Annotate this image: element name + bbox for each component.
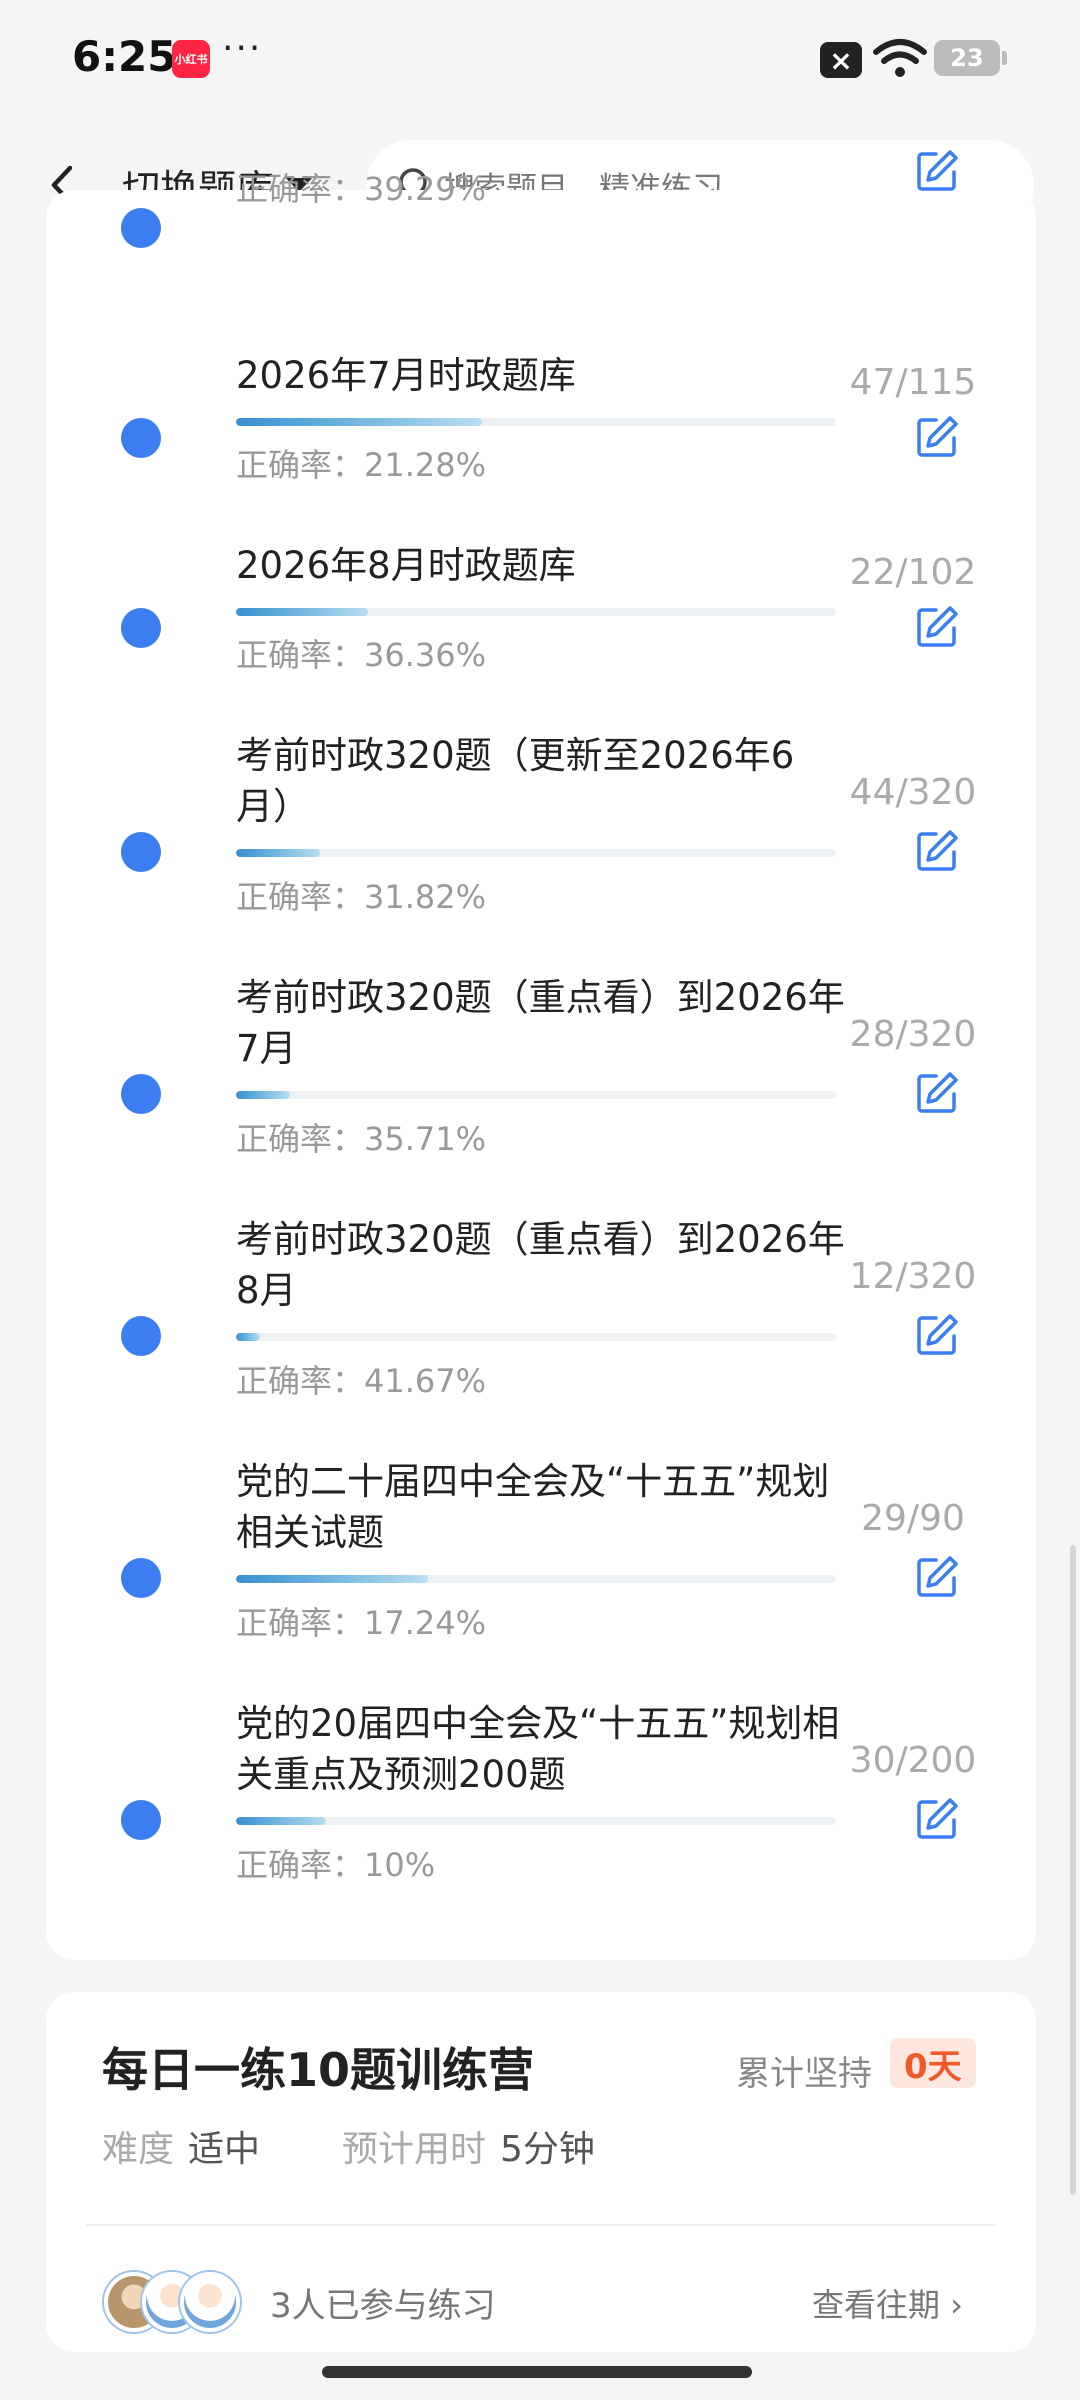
status-dot xyxy=(121,608,161,648)
list-item[interactable]: 正确率：39.29% xyxy=(46,90,1036,290)
daily-practice-card[interactable]: 每日一练10题训练营 累计坚持 0天 难度 适中 预计用时 5分钟 3人已参与练习 … xyxy=(46,1992,1036,2352)
time-info: 预计用时 5分钟 xyxy=(342,2120,595,2172)
bank-title: 考前时政320题（重点看）到2026年7月 xyxy=(236,976,845,1070)
progress-count: 29/90 xyxy=(861,1498,965,1539)
xiaohongshu-app-icon: 小红书 xyxy=(172,40,210,78)
streak-badge: 0天 xyxy=(890,2038,976,2088)
edit-icon[interactable] xyxy=(914,414,960,460)
status-dot xyxy=(121,208,161,248)
progress-fill xyxy=(236,1575,428,1583)
time-value: 5分钟 xyxy=(500,2129,595,2170)
battery-icon: 23 xyxy=(934,40,1007,76)
progress-bar xyxy=(236,1575,836,1583)
status-time: 6:25 xyxy=(72,32,177,81)
question-bank-list: 正确率：39.29% 2026年7月时政题库 正确率：21.28% 47/115… xyxy=(46,150,1036,1960)
progress-count: 12/320 xyxy=(849,1256,977,1297)
more-notifications-icon: ··· xyxy=(222,28,263,69)
status-dot xyxy=(121,832,161,872)
participants-count: 3人已参与练习 xyxy=(270,2286,496,2326)
status-dot xyxy=(121,1800,161,1840)
progress-bar xyxy=(236,849,836,857)
list-item[interactable]: 考前时政320题（更新至2026年6月） 正确率：31.82% 44/320 xyxy=(46,730,1036,970)
list-item[interactable]: 考前时政320题（重点看）到2026年8月 正确率：41.67% 12/320 xyxy=(46,1214,1036,1454)
progress-bar xyxy=(236,418,836,426)
bank-title: 2026年8月时政题库 xyxy=(236,544,576,587)
home-indicator[interactable] xyxy=(322,2366,752,2378)
bank-title: 党的20届四中全会及“十五五”规划相关重点及预测200题 xyxy=(236,1702,840,1796)
camp-title: 每日一练10题训练营 xyxy=(102,2043,535,2097)
list-item[interactable]: 党的二十届四中全会及“十五五”规划相关试题 正确率：17.24% 29/90 xyxy=(46,1456,1036,1696)
edit-icon[interactable] xyxy=(914,148,960,194)
wifi-icon xyxy=(873,39,927,77)
progress-count: 30/200 xyxy=(849,1740,977,1781)
list-item[interactable]: 考前时政320题（重点看）到2026年7月 正确率：35.71% 28/320 xyxy=(46,972,1036,1212)
progress-fill xyxy=(236,418,482,426)
difficulty-info: 难度 适中 xyxy=(102,2120,260,2172)
no-sim-icon: × xyxy=(820,42,862,78)
accuracy-rate: 正确率：31.82% xyxy=(236,878,487,916)
progress-fill xyxy=(236,1817,326,1825)
edit-icon[interactable] xyxy=(914,1312,960,1358)
progress-count: 22/102 xyxy=(849,552,977,593)
difficulty-value: 适中 xyxy=(188,2129,261,2170)
accuracy-rate: 正确率：41.67% xyxy=(236,1362,487,1400)
divider xyxy=(86,2224,996,2226)
progress-fill xyxy=(236,608,368,616)
list-item[interactable]: 2026年7月时政题库 正确率：21.28% 47/115 xyxy=(46,350,1036,540)
bank-title: 党的二十届四中全会及“十五五”规划相关试题 xyxy=(236,1460,830,1554)
progress-bar xyxy=(236,1091,836,1099)
bank-title: 2026年7月时政题库 xyxy=(236,354,576,397)
progress-bar xyxy=(236,608,836,616)
status-dot xyxy=(121,1558,161,1598)
status-dot xyxy=(121,418,161,458)
edit-icon[interactable] xyxy=(914,828,960,874)
participant-avatars xyxy=(104,2272,254,2334)
edit-icon[interactable] xyxy=(914,604,960,650)
progress-count: 44/320 xyxy=(849,772,977,813)
avatar xyxy=(180,2272,240,2332)
bank-title: 考前时政320题（重点看）到2026年8月 xyxy=(236,1218,845,1312)
edit-icon[interactable] xyxy=(914,1554,960,1600)
progress-fill xyxy=(236,1091,290,1099)
progress-count: 47/115 xyxy=(849,362,977,403)
edit-icon[interactable] xyxy=(914,1070,960,1116)
accuracy-rate: 正确率：35.71% xyxy=(236,1120,487,1158)
progress-bar xyxy=(236,1817,836,1825)
difficulty-label: 难度 xyxy=(102,2129,175,2170)
progress-bar xyxy=(236,1333,836,1341)
status-dot xyxy=(121,1316,161,1356)
accuracy-rate: 正确率：10% xyxy=(236,1846,436,1884)
view-history-link[interactable]: 查看往期 › xyxy=(812,2280,963,2326)
status-dot xyxy=(121,1074,161,1114)
accuracy-rate: 正确率：39.29% xyxy=(236,170,487,208)
list-item[interactable]: 2026年8月时政题库 正确率：36.36% 22/102 xyxy=(46,540,1036,730)
time-label: 预计用时 xyxy=(342,2129,487,2170)
scrollbar[interactable] xyxy=(1070,1545,1076,2195)
bank-title: 考前时政320题（更新至2026年6月） xyxy=(236,734,795,828)
progress-fill xyxy=(236,1333,260,1341)
accuracy-rate: 正确率：17.24% xyxy=(236,1604,487,1642)
list-item[interactable]: 党的20届四中全会及“十五五”规划相关重点及预测200题 正确率：10% 30/… xyxy=(46,1698,1036,1938)
progress-fill xyxy=(236,849,320,857)
accuracy-rate: 正确率：36.36% xyxy=(236,636,487,674)
progress-count: 28/320 xyxy=(849,1014,977,1055)
persist-label: 累计坚持 xyxy=(736,2054,872,2094)
edit-icon[interactable] xyxy=(914,1796,960,1842)
accuracy-rate: 正确率：21.28% xyxy=(236,446,487,484)
